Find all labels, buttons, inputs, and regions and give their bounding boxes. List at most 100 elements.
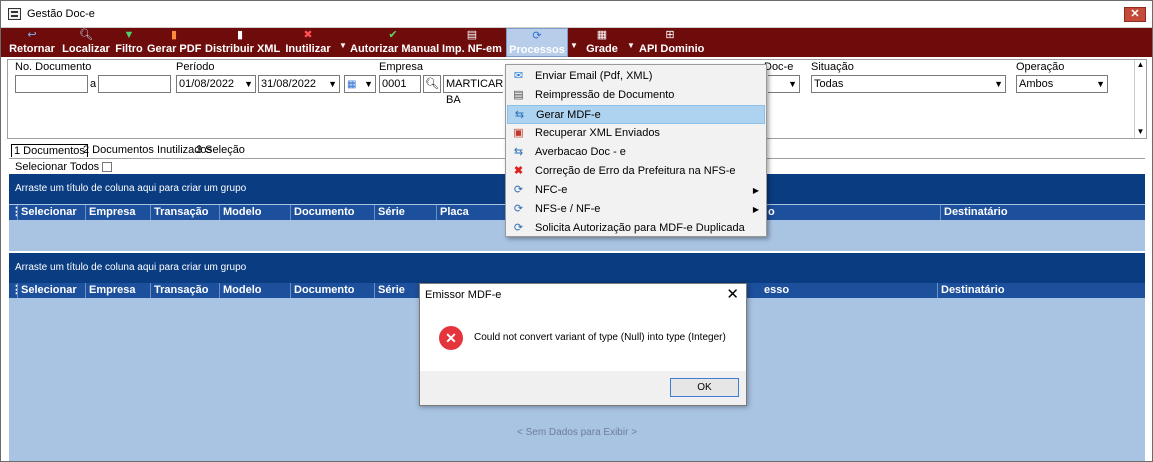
inutilizar-button[interactable]: ✖ Inutilizar	[283, 28, 333, 57]
col-selecionar[interactable]: Selecionar	[17, 205, 85, 220]
tab-documentos[interactable]: 1 Documentos	[11, 144, 88, 157]
tipo-doc-label: Doc-e	[764, 61, 794, 73]
empty-grid-message: < Sem Dados para Exibir >	[516, 427, 638, 438]
menu-item-gerar-mdfe[interactable]: ⇆ Gerar MDF-e	[507, 105, 765, 124]
col-modelo-2[interactable]: Modelo	[219, 283, 290, 298]
operacao-value: Ambos	[1019, 78, 1054, 90]
processos-button[interactable]: ⟳ Processos	[506, 28, 568, 57]
window-close-button[interactable]: ✕	[1124, 7, 1146, 22]
col-destinatario[interactable]: Destinatário	[940, 205, 1145, 220]
empresa-code-input[interactable]: 0001	[379, 75, 421, 93]
col-partial[interactable]: o	[765, 205, 940, 220]
tab-documentos-inutilizados[interactable]: 2 Documentos Inutilizados	[83, 144, 212, 156]
chevron-down-icon[interactable]: ▼	[328, 76, 337, 92]
scroll-down-icon[interactable]: ▼	[1135, 127, 1146, 136]
localizar-button[interactable]: 🔍︎ Localizar	[61, 28, 111, 57]
menu-item-label: Solicita Autorização para MDF-e Duplicad…	[535, 222, 745, 234]
chevron-down-icon[interactable]: ▼	[1096, 76, 1105, 92]
menu-item-label: Correção de Erro da Prefeitura na NFS-e	[535, 165, 736, 177]
column-chooser-icon[interactable]: ⋮	[9, 205, 22, 220]
error-dialog: Emissor MDF-e ✕ ✕ Could not convert vari…	[419, 283, 747, 406]
grade-dropdown-icon[interactable]: ▼	[627, 41, 635, 50]
dialog-close-button[interactable]: ✕	[726, 285, 739, 303]
chevron-down-icon[interactable]: ▼	[364, 76, 373, 92]
periodo-label: Período	[176, 61, 215, 73]
scroll-up-icon[interactable]: ▲	[1135, 60, 1146, 69]
gerar-pdf-button[interactable]: ▮ Gerar PDF	[147, 28, 201, 57]
menu-item-label: NFS-e / NF-e	[535, 203, 601, 215]
empresa-code-value: 0001	[382, 78, 407, 90]
col-serie[interactable]: Série	[374, 205, 436, 220]
window-title: Gestão Doc-e	[27, 8, 95, 20]
tab-selecao[interactable]: 3 Seleção	[196, 144, 245, 156]
menu-item-enviar-email[interactable]: ✉ Enviar Email (Pdf, XML)	[507, 67, 765, 86]
search-icon: 🔍︎	[79, 29, 93, 41]
process-icon: ⟳	[513, 203, 524, 215]
retornar-button[interactable]: ↩ Retornar	[6, 28, 58, 57]
menu-item-label: Reimpressão de Documento	[535, 89, 675, 101]
inutilizar-label: Inutilizar	[285, 43, 331, 55]
column-chooser-icon[interactable]: ⋮	[9, 283, 22, 298]
empresa-name-input[interactable]: MARTICAR BA	[443, 75, 503, 106]
cancel-icon: ✖	[303, 29, 313, 41]
menu-item-averbacao[interactable]: ⇆ Averbacao Doc - e	[507, 143, 765, 162]
autorizar-manual-button[interactable]: ✔ Autorizar Manual	[350, 28, 440, 57]
col-serie-2[interactable]: Série	[374, 283, 419, 298]
menu-item-correcao-erro[interactable]: ✖ Correção de Erro da Prefeitura na NFS-…	[507, 162, 765, 181]
group-by-area-2[interactable]: Arraste um título de coluna aqui para cr…	[9, 253, 1145, 283]
process-icon: ⟳	[513, 222, 524, 234]
operacao-select[interactable]: Ambos ▼	[1016, 75, 1108, 93]
menu-item-reimpressao[interactable]: ▤ Reimpressão de Documento	[507, 86, 765, 105]
col-placa[interactable]: Placa	[436, 205, 506, 220]
col-transacao[interactable]: Transação	[150, 205, 219, 220]
col-destinatario-2[interactable]: Destinatário	[937, 283, 1145, 298]
col-documento[interactable]: Documento	[290, 205, 374, 220]
periodo-start-input[interactable]: 01/08/2022 ▼	[176, 75, 256, 93]
col-empresa[interactable]: Empresa	[85, 205, 150, 220]
col-selecionar-2[interactable]: Selecionar	[17, 283, 85, 298]
toolbar: ↩ Retornar 🔍︎ Localizar ▼ Filtro ▮ Gerar…	[1, 28, 1152, 57]
app-icon	[8, 8, 21, 20]
title-bar: Gestão Doc-e ✕	[1, 1, 1152, 28]
col-documento-2[interactable]: Documento	[290, 283, 374, 298]
periodo-end-input[interactable]: 31/08/2022 ▼	[258, 75, 340, 93]
menu-item-label: NFC-e	[535, 184, 568, 196]
empresa-name-value: MARTICAR BA	[446, 78, 504, 106]
printer-icon: ▤	[513, 89, 524, 101]
calendar-picker-button[interactable]: ▦ ▼	[344, 75, 376, 93]
submenu-arrow-icon: ▶	[752, 186, 759, 195]
col-transacao-2[interactable]: Transação	[150, 283, 219, 298]
col-empresa-2[interactable]: Empresa	[85, 283, 150, 298]
doc-number-label: No. Documento	[15, 61, 92, 73]
doc-number-end-input[interactable]	[98, 75, 171, 93]
filtro-button[interactable]: ▼ Filtro	[114, 28, 144, 57]
processos-dropdown-icon[interactable]: ▼	[570, 41, 578, 50]
doc-range-separator: a	[90, 78, 97, 90]
processos-menu: ✉ Enviar Email (Pdf, XML) ▤ Reimpressão …	[505, 64, 767, 237]
xml-icon: ▣	[513, 127, 524, 139]
select-all[interactable]: Selecionar Todos	[15, 161, 113, 173]
grade-button[interactable]: ▦ Grade	[586, 28, 618, 57]
inutilizar-dropdown-icon[interactable]: ▼	[339, 41, 347, 50]
distribuir-xml-button[interactable]: ▮ Distribuir XML	[205, 28, 280, 57]
col-partial-2[interactable]: esso	[761, 283, 937, 298]
filter-scrollbar[interactable]: ▲ ▼	[1134, 60, 1146, 138]
chevron-down-icon[interactable]: ▼	[244, 76, 253, 92]
menu-item-recuperar-xml[interactable]: ▣ Recuperar XML Enviados	[507, 124, 765, 143]
doc-number-start-input[interactable]	[15, 75, 88, 93]
api-dominio-button[interactable]: ⊞ API Dominio	[639, 28, 704, 57]
select-all-checkbox[interactable]	[102, 162, 113, 173]
menu-item-nfse-nfe[interactable]: ⟳ NFS-e / NF-e ▶	[507, 200, 765, 219]
imp-nf-em-button[interactable]: ▤ Imp. NF-em	[441, 28, 503, 57]
chevron-down-icon[interactable]: ▼	[994, 76, 1003, 92]
ok-button[interactable]: OK	[670, 378, 739, 397]
situacao-select[interactable]: Todas ▼	[811, 75, 1006, 93]
tipo-doc-select[interactable]: ▼	[768, 75, 800, 93]
autorizar-manual-label: Autorizar Manual	[350, 43, 440, 55]
col-modelo[interactable]: Modelo	[219, 205, 290, 220]
dialog-footer: OK	[420, 371, 746, 405]
empresa-search-button[interactable]: 🔍︎	[423, 75, 441, 93]
menu-item-solicita-autorizacao[interactable]: ⟳ Solicita Autorização para MDF-e Duplic…	[507, 219, 765, 238]
menu-item-nfce[interactable]: ⟳ NFC-e ▶	[507, 181, 765, 200]
chevron-down-icon[interactable]: ▼	[788, 76, 797, 92]
